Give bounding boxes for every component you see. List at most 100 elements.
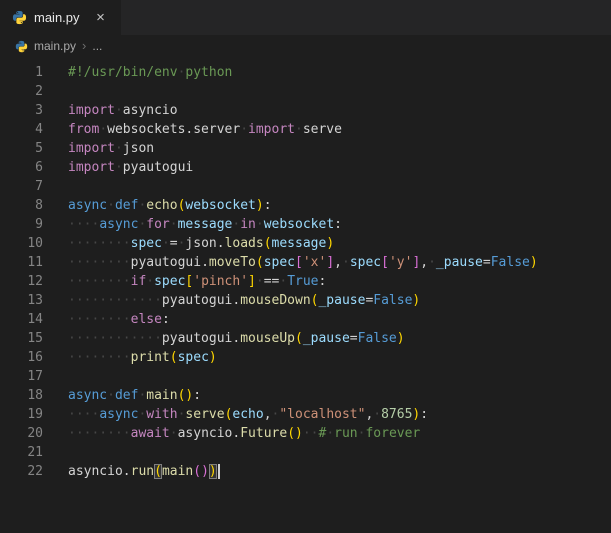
line-number[interactable]: 14 xyxy=(0,310,43,329)
code-line-text[interactable]: ············pyautogui.mouseUp(_pause=Fal… xyxy=(43,329,405,348)
whitespace-dots: · xyxy=(170,426,178,441)
code-token: with xyxy=(146,407,177,422)
line-number[interactable]: 11 xyxy=(0,253,43,272)
code-token: forever xyxy=(365,426,420,441)
line-number[interactable]: 10 xyxy=(0,234,43,253)
text-cursor xyxy=(218,464,220,479)
line-number[interactable]: 16 xyxy=(0,348,43,367)
code-line[interactable]: 22asyncio.run(main()) xyxy=(0,462,611,481)
code-line-text[interactable]: ········await·asyncio.Future()··#·run·fo… xyxy=(43,424,420,443)
code-line-text[interactable]: ········pyautogui.moveTo(spec['x'],·spec… xyxy=(43,253,538,272)
line-number[interactable]: 19 xyxy=(0,405,43,424)
whitespace-dots: · xyxy=(326,426,334,441)
line-number[interactable]: 1 xyxy=(0,63,43,82)
line-number[interactable]: 18 xyxy=(0,386,43,405)
code-line-text[interactable]: async·def·echo(websocket): xyxy=(43,196,272,215)
code-token: ] xyxy=(326,255,334,270)
code-line[interactable]: 17 xyxy=(0,367,611,386)
code-token: run xyxy=(131,464,154,479)
code-line-text[interactable]: ········else: xyxy=(43,310,170,329)
code-line-text[interactable]: asyncio.run(main()) xyxy=(43,462,220,481)
code-line-text[interactable]: from·websockets.server·import·serve xyxy=(43,120,342,139)
line-number[interactable]: 3 xyxy=(0,101,43,120)
code-editor[interactable]: 1#!/usr/bin/env·python23import·asyncio4f… xyxy=(0,57,611,533)
code-token: spec xyxy=(350,255,381,270)
code-token: . xyxy=(217,236,225,251)
code-line-text[interactable] xyxy=(43,82,68,101)
code-line[interactable]: 14········else: xyxy=(0,310,611,329)
whitespace-dots: ···· xyxy=(68,407,99,422)
code-token: 'y' xyxy=(389,255,412,270)
breadcrumb-more[interactable]: ... xyxy=(92,39,102,53)
code-line[interactable]: 21 xyxy=(0,443,611,462)
code-token: _pause xyxy=(436,255,483,270)
line-number[interactable]: 17 xyxy=(0,367,43,386)
code-line[interactable]: 4from·websockets.server·import·serve xyxy=(0,120,611,139)
line-number[interactable]: 2 xyxy=(0,82,43,101)
line-number[interactable]: 15 xyxy=(0,329,43,348)
tab-main-py[interactable]: main.py × xyxy=(0,0,121,35)
line-number[interactable]: 4 xyxy=(0,120,43,139)
code-line[interactable]: 13············pyautogui.mouseDown(_pause… xyxy=(0,291,611,310)
code-line[interactable]: 11········pyautogui.moveTo(spec['x'],·sp… xyxy=(0,253,611,272)
line-number[interactable]: 20 xyxy=(0,424,43,443)
code-line-text[interactable]: ········if·spec['pinch']·==·True: xyxy=(43,272,326,291)
code-line[interactable]: 12········if·spec['pinch']·==·True: xyxy=(0,272,611,291)
close-icon[interactable]: × xyxy=(91,8,111,28)
line-number[interactable]: 9 xyxy=(0,215,43,234)
code-line[interactable]: 1#!/usr/bin/env·python xyxy=(0,63,611,82)
line-number[interactable]: 22 xyxy=(0,462,43,481)
code-line-text[interactable]: import·pyautogui xyxy=(43,158,193,177)
code-line[interactable]: 9····async·for·message·in·websocket: xyxy=(0,215,611,234)
line-number[interactable]: 7 xyxy=(0,177,43,196)
breadcrumb-file[interactable]: main.py xyxy=(34,39,76,53)
code-line[interactable]: 2 xyxy=(0,82,611,101)
code-line-text[interactable]: #!/usr/bin/env·python xyxy=(43,63,232,82)
code-token: : xyxy=(420,407,428,422)
code-line-text[interactable]: ····async·for·message·in·websocket: xyxy=(43,215,342,234)
code-line-text[interactable]: ········spec·=·json.loads(message) xyxy=(43,234,334,253)
whitespace-dots: · xyxy=(162,236,170,251)
code-line-text[interactable] xyxy=(43,177,68,196)
code-token: . xyxy=(201,255,209,270)
code-token: = xyxy=(350,331,358,346)
code-line[interactable]: 6import·pyautogui xyxy=(0,158,611,177)
line-number[interactable]: 5 xyxy=(0,139,43,158)
code-line[interactable]: 5import·json xyxy=(0,139,611,158)
code-token: ) xyxy=(209,350,217,365)
code-token: pyautogui xyxy=(162,293,232,308)
line-number[interactable]: 8 xyxy=(0,196,43,215)
code-token: run xyxy=(334,426,357,441)
code-line-text[interactable]: ············pyautogui.mouseDown(_pause=F… xyxy=(43,291,420,310)
code-token: ( xyxy=(295,331,303,346)
code-line-text[interactable]: ····async·with·serve(echo,·"localhost",·… xyxy=(43,405,428,424)
code-line-text[interactable] xyxy=(43,443,68,462)
code-line[interactable]: 7 xyxy=(0,177,611,196)
code-token: message xyxy=(272,236,327,251)
code-line[interactable]: 16········print(spec) xyxy=(0,348,611,367)
code-line[interactable]: 3import·asyncio xyxy=(0,101,611,120)
code-line[interactable]: 19····async·with·serve(echo,·"localhost"… xyxy=(0,405,611,424)
code-line-text[interactable]: ········print(spec) xyxy=(43,348,217,367)
breadcrumb: main.py › ... xyxy=(0,35,611,57)
whitespace-dots: · xyxy=(342,255,350,270)
code-line-text[interactable]: import·json xyxy=(43,139,154,158)
code-token: == xyxy=(264,274,280,289)
whitespace-dots: ···· xyxy=(68,217,99,232)
code-line[interactable]: 20········await·asyncio.Future()··#·run·… xyxy=(0,424,611,443)
code-line[interactable]: 18async·def·main(): xyxy=(0,386,611,405)
line-number[interactable]: 21 xyxy=(0,443,43,462)
tab-title: main.py xyxy=(34,10,80,25)
code-token: ( xyxy=(287,426,295,441)
code-line-text[interactable]: import·asyncio xyxy=(43,101,178,120)
line-number[interactable]: 13 xyxy=(0,291,43,310)
code-token: json xyxy=(123,141,154,156)
code-line[interactable]: 10········spec·=·json.loads(message) xyxy=(0,234,611,253)
code-line-text[interactable]: async·def·main(): xyxy=(43,386,201,405)
line-number[interactable]: 12 xyxy=(0,272,43,291)
code-line-text[interactable] xyxy=(43,367,68,386)
code-line[interactable]: 8async·def·echo(websocket): xyxy=(0,196,611,215)
code-token: serve xyxy=(303,122,342,137)
code-line[interactable]: 15············pyautogui.mouseUp(_pause=F… xyxy=(0,329,611,348)
line-number[interactable]: 6 xyxy=(0,158,43,177)
